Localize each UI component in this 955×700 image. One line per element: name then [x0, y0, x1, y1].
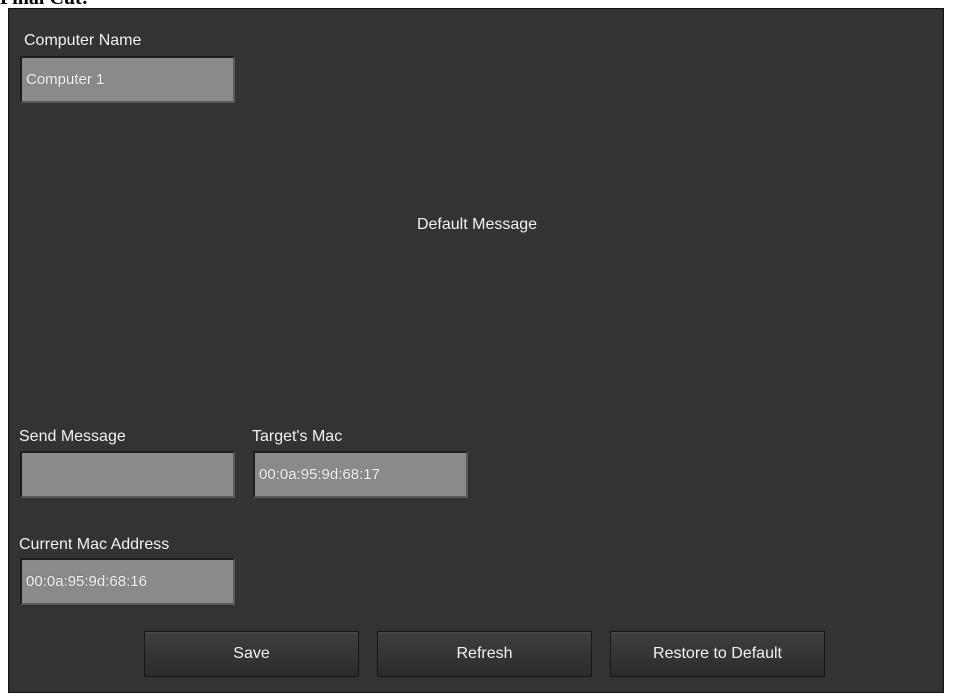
default-message-text: Default Message: [416, 216, 538, 233]
target-mac-field[interactable]: [253, 451, 468, 498]
send-message-field[interactable]: [20, 451, 235, 498]
restore-default-button[interactable]: Restore to Default: [610, 631, 825, 677]
settings-window: Computer Name Default Message Send Messa…: [8, 8, 944, 693]
computer-name-label: Computer Name: [24, 32, 142, 49]
current-mac-label: Current Mac Address: [19, 536, 170, 553]
save-button[interactable]: Save: [144, 631, 359, 677]
target-mac-label: Target's Mac: [252, 428, 343, 445]
refresh-button[interactable]: Refresh: [377, 631, 592, 677]
computer-name-field[interactable]: [20, 56, 235, 103]
send-message-label: Send Message: [19, 428, 126, 445]
current-mac-field[interactable]: [20, 558, 235, 605]
